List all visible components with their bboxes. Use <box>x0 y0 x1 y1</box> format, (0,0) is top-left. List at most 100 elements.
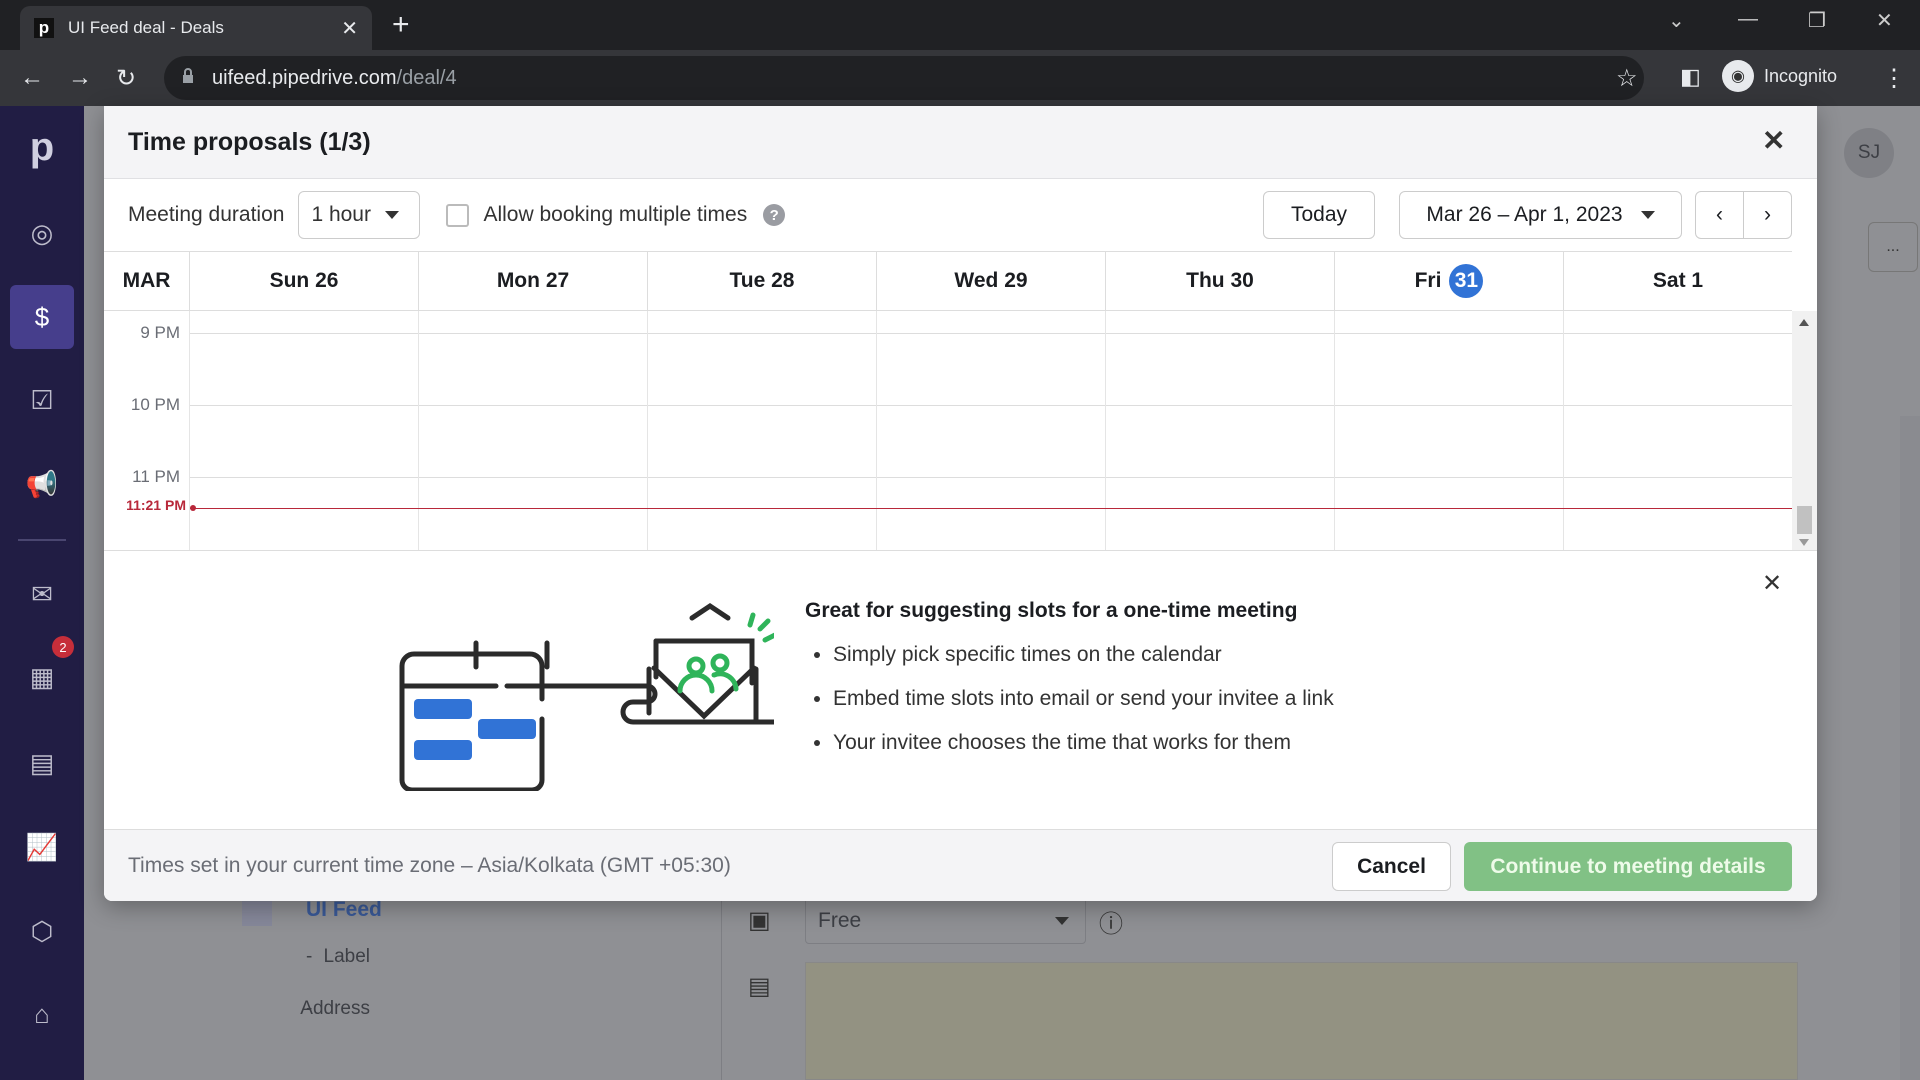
info-icon[interactable]: ⓘ <box>1099 904 1123 939</box>
timezone-note: Times set in your current time zone – As… <box>128 853 731 877</box>
sidebar-divider <box>18 539 66 541</box>
day-header-today[interactable]: Fri 31 <box>1334 252 1563 310</box>
close-window-icon[interactable]: ✕ <box>1876 8 1893 33</box>
tab-title: UI Feed deal - Deals <box>68 18 224 37</box>
browser-tab-bar: p UI Feed deal - Deals ✕ + ⌄ — ❐ ✕ <box>0 0 1920 50</box>
day-header[interactable]: Wed 29 <box>876 252 1105 310</box>
more-button[interactable]: ... <box>1868 222 1918 272</box>
availability-value: Free <box>818 909 862 932</box>
day-header[interactable]: Thu 30 <box>1105 252 1334 310</box>
multi-booking-checkbox[interactable] <box>446 203 470 227</box>
availability-select[interactable]: Free <box>805 896 1086 944</box>
scroll-down-icon <box>1799 539 1809 546</box>
label-key: Label <box>323 946 371 967</box>
calendar-grid[interactable]: 9 PM 10 PM 11 PM 11:21 PM <box>104 311 1792 551</box>
calendar-email-illustration <box>399 602 774 791</box>
dollar-icon[interactable]: $ <box>10 285 74 349</box>
minimize-icon[interactable]: — <box>1738 8 1758 31</box>
target-icon[interactable]: ◎ <box>10 201 74 265</box>
now-dot <box>190 505 196 511</box>
continue-button[interactable]: Continue to meeting details <box>1464 842 1792 891</box>
url-host: uifeed.pipedrive.com <box>212 66 397 89</box>
date-range-select[interactable]: Mar 26 – Apr 1, 2023 <box>1399 191 1682 239</box>
date-range-value: Mar 26 – Apr 1, 2023 <box>1426 203 1623 226</box>
close-tab-icon[interactable]: ✕ <box>341 16 358 41</box>
star-icon[interactable]: ☆ <box>1616 64 1638 93</box>
close-info-icon[interactable]: ✕ <box>1762 569 1782 598</box>
forward-icon[interactable]: → <box>68 64 92 92</box>
menu-icon[interactable]: ⋮ <box>1882 64 1906 93</box>
org-link[interactable]: UI Feed <box>306 898 382 922</box>
note-icon: ▤ <box>748 973 771 1000</box>
url-path: /deal/4 <box>396 66 457 89</box>
help-icon[interactable]: ? <box>763 204 786 226</box>
side-panel-icon[interactable]: ◧ <box>1680 64 1701 90</box>
modal-header: Time proposals (1/3) ✕ <box>104 106 1817 179</box>
app-sidebar: p ◎ $ ☑ 📢 ✉ ▦ 2 ▤ 📈 ⬡ ⌂ <box>0 106 84 1080</box>
day-header[interactable]: Sun 26 <box>189 252 418 310</box>
profile-button[interactable]: ◉ Incognito <box>1722 60 1837 92</box>
duration-label: Meeting duration <box>128 203 285 226</box>
chart-icon[interactable]: 📈 <box>10 815 74 879</box>
store-icon[interactable]: ⌂ <box>10 982 74 1046</box>
info-text: Great for suggesting slots for a one-tim… <box>805 599 1334 775</box>
reload-icon[interactable]: ↻ <box>116 64 136 93</box>
incognito-icon: ◉ <box>1722 60 1754 92</box>
info-bullet: Your invitee chooses the time that works… <box>833 731 1334 755</box>
tab-search-icon[interactable]: ⌄ <box>1668 8 1685 33</box>
duration-value: 1 hour <box>311 203 371 226</box>
page-scrollbar[interactable] <box>1900 416 1920 1080</box>
chevron-down-icon <box>384 211 399 219</box>
info-title: Great for suggesting slots for a one-tim… <box>805 599 1298 622</box>
address-key: Address <box>300 998 370 1019</box>
day-header[interactable]: Tue 28 <box>647 252 876 310</box>
modal-title: Time proposals (1/3) <box>128 127 371 156</box>
info-bullet: Embed time slots into email or send your… <box>833 687 1334 711</box>
mail-icon[interactable]: ✉ <box>10 562 74 626</box>
day-header[interactable]: Mon 27 <box>418 252 647 310</box>
time-label: 10 PM <box>130 395 180 414</box>
cancel-button[interactable]: Cancel <box>1332 842 1451 891</box>
restore-icon[interactable]: ❐ <box>1808 8 1826 33</box>
pipedrive-logo[interactable]: p <box>10 115 74 179</box>
today-button[interactable]: Today <box>1263 191 1375 239</box>
multi-booking-label: Allow booking multiple times <box>483 203 748 226</box>
tasks-icon[interactable]: ☑ <box>10 368 74 432</box>
url-input[interactable]: uifeed.pipedrive.com/deal/4 ☆ <box>164 56 1644 100</box>
lock-icon <box>183 68 193 83</box>
scroll-up-icon <box>1799 319 1809 326</box>
now-time-label: 11:21 PM <box>126 497 186 513</box>
close-modal-icon[interactable]: ✕ <box>1762 124 1785 157</box>
profile-label: Incognito <box>1764 65 1838 86</box>
time-label: 11 PM <box>132 467 180 486</box>
box-icon[interactable]: ⬡ <box>10 899 74 963</box>
browser-tab[interactable]: p UI Feed deal - Deals ✕ <box>20 6 372 50</box>
label-value: - <box>306 946 313 967</box>
next-week-button[interactable]: › <box>1743 191 1792 239</box>
address-value: - <box>306 998 313 1019</box>
modal-toolbar: Meeting duration 1 hour Allow booking mu… <box>104 179 1817 251</box>
notification-badge: 2 <box>52 636 74 658</box>
modal-footer: Times set in your current time zone – As… <box>104 829 1817 901</box>
time-proposals-modal: Time proposals (1/3) ✕ Meeting duration … <box>104 106 1817 901</box>
time-label: 9 PM <box>140 323 180 342</box>
note-textarea[interactable] <box>805 962 1798 1080</box>
busy-icon: ▣ <box>748 907 771 934</box>
prev-week-button[interactable]: ‹ <box>1695 191 1744 239</box>
day-header[interactable]: Sat 1 <box>1563 252 1792 310</box>
calendar-day-header: MAR Sun 26 Mon 27 Tue 28 Wed 29 Thu 30 F… <box>104 251 1792 311</box>
new-tab-icon[interactable]: + <box>392 8 410 42</box>
back-icon[interactable]: ← <box>20 64 44 92</box>
info-panel: ✕ Great for suggesting slots for a one-t… <box>104 550 1817 829</box>
calendar-scrollbar[interactable] <box>1792 311 1817 551</box>
chevron-down-icon <box>1640 211 1655 219</box>
avatar[interactable]: SJ <box>1844 128 1894 178</box>
megaphone-icon[interactable]: 📢 <box>10 452 74 516</box>
now-line <box>190 508 1792 509</box>
scroll-thumb[interactable] <box>1797 506 1812 534</box>
info-bullet: Simply pick specific times on the calend… <box>833 643 1334 667</box>
address-bar-row: ← → ↻ uifeed.pipedrive.com/deal/4 ☆ ◧ ◉ I… <box>0 50 1920 106</box>
duration-select[interactable]: 1 hour <box>298 191 421 239</box>
favicon: p <box>34 18 54 38</box>
contacts-icon[interactable]: ▤ <box>10 731 74 795</box>
